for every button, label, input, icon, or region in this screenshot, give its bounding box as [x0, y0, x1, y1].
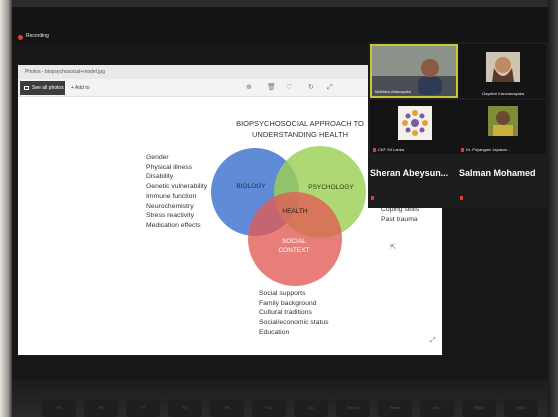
keyboard-key: PgUp: [462, 399, 496, 417]
laptop-bezel-right: [548, 0, 558, 417]
participant-name-large[interactable]: Salman Mohamed: [459, 168, 536, 178]
laptop-bezel-left: [0, 0, 12, 417]
recording-icon: [18, 35, 23, 40]
laptop-keyboard: F5 F6 F7 F8 F9 F10 F11 PrtScn Home End P…: [12, 379, 548, 417]
list-item: Stress reactivity: [146, 212, 194, 220]
list-item: Disability: [146, 173, 174, 181]
expand-icon[interactable]: ⤢: [430, 337, 436, 345]
laptop-screen: Recording Photos - biopsychosocial+model…: [12, 7, 548, 379]
mic-muted-icon: [461, 148, 464, 152]
health-label: HEALTH: [282, 208, 307, 215]
participant-name-text: Dr. Priyangani Jayasun...: [466, 147, 511, 152]
list-item: Genetic vulnerability: [146, 183, 208, 191]
keyboard-key: F10: [252, 399, 286, 417]
keyboard-key: End: [420, 399, 454, 417]
mouse-cursor-icon: ⇱: [390, 244, 396, 251]
list-item: Neurochemistry: [146, 202, 194, 210]
biology-label: BIOLOGY: [236, 183, 266, 190]
social-label-line1: SOCIAL: [282, 238, 306, 245]
recording-bar: Recording: [12, 7, 548, 43]
keyboard-key: F7: [126, 399, 160, 417]
list-item: Education: [259, 328, 290, 336]
keyboard-key: F9: [210, 399, 244, 417]
keyboard-key: F11: [294, 399, 328, 417]
keyboard-key: PgDn: [504, 399, 538, 417]
list-item: Gender: [146, 154, 169, 161]
participant-name-text: CKF Sri Lanka: [378, 147, 405, 152]
participant-panel: Matthew Attanayake Gayathri Karunanayaka: [368, 42, 548, 208]
list-item: Social/economic status: [259, 319, 329, 327]
participant-video-icon: [458, 44, 546, 98]
participant-name-large[interactable]: Sheran Abeysun...: [370, 168, 448, 178]
social-factor-list: Social supports Family background Cultur…: [259, 289, 329, 338]
list-item: Cultural traditions: [259, 309, 312, 317]
list-item: Family background: [259, 299, 317, 307]
keyboard-key: F8: [168, 399, 202, 417]
participant-tile[interactable]: CKF Sri Lanka: [370, 100, 458, 154]
keyboard-key: F6: [84, 399, 118, 417]
list-item: Physical illness: [146, 163, 193, 171]
list-item: Past trauma: [381, 215, 418, 223]
keyboard-key: F5: [42, 399, 76, 417]
list-item: Social supports: [259, 290, 306, 297]
list-item: Medication effects: [146, 221, 201, 229]
participant-name: Matthew Attanayake: [375, 89, 412, 94]
participant-tile[interactable]: Matthew Attanayake: [370, 44, 458, 98]
participant-tile[interactable]: Gayathri Karunanayaka: [458, 44, 546, 98]
list-item: Immune function: [146, 192, 197, 200]
psychology-label: PSYCHOLOGY: [308, 184, 354, 191]
mic-muted-icon: [460, 196, 463, 200]
social-label-line2: CONTEXT: [278, 247, 309, 254]
organization-logo-icon: [370, 100, 458, 154]
participant-name: Dr. Priyangani Jayasun...: [461, 147, 510, 152]
mic-muted-icon: [373, 148, 376, 152]
participant-name: Gayathri Karunanayaka: [482, 91, 525, 96]
participant-video-icon: [458, 100, 546, 154]
participant-name: CKF Sri Lanka: [373, 147, 404, 152]
keyboard-key: Home: [378, 399, 412, 417]
recording-label: Recording: [26, 33, 49, 39]
participant-tile[interactable]: Dr. Priyangani Jayasun...: [458, 100, 546, 154]
keyboard-key: PrtScn: [336, 399, 370, 417]
biology-factor-list: Gender Physical illness Disability Genet…: [146, 153, 207, 231]
mic-muted-icon: [371, 196, 374, 200]
